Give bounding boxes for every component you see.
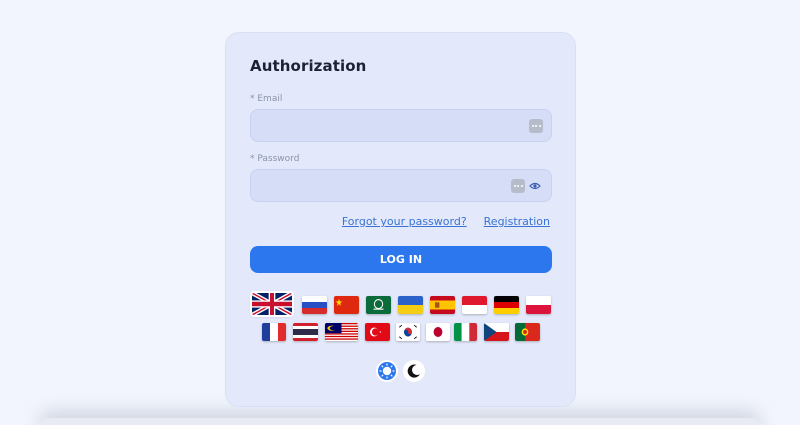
flag-united-kingdom-icon[interactable] bbox=[250, 291, 294, 317]
password-field[interactable] bbox=[250, 169, 552, 202]
auth-card: Authorization * Email * Password Forgot … bbox=[225, 32, 576, 407]
flag-thailand-icon[interactable] bbox=[293, 323, 318, 341]
flag-russia-icon[interactable] bbox=[302, 296, 327, 314]
flag-germany-icon[interactable] bbox=[494, 296, 519, 314]
eye-icon[interactable] bbox=[529, 180, 541, 192]
login-button[interactable]: LOG IN bbox=[250, 246, 552, 273]
dark-theme-icon[interactable] bbox=[403, 360, 425, 382]
flag-poland-icon[interactable] bbox=[526, 296, 551, 314]
email-label: * Email bbox=[250, 94, 283, 104]
password-manager-icon[interactable] bbox=[529, 119, 543, 133]
flag-ukraine-icon[interactable] bbox=[398, 296, 423, 314]
background-panel-shadow bbox=[40, 418, 760, 425]
flag-turkey-icon[interactable] bbox=[365, 323, 390, 341]
password-manager-icon[interactable] bbox=[511, 179, 525, 193]
registration-link[interactable]: Registration bbox=[484, 215, 550, 228]
flag-japan-icon[interactable] bbox=[426, 323, 450, 341]
flag-indonesia-icon[interactable] bbox=[462, 296, 487, 314]
email-field[interactable] bbox=[250, 109, 552, 142]
flag-south-korea-icon[interactable] bbox=[396, 323, 420, 341]
flag-portugal-icon[interactable] bbox=[515, 323, 540, 341]
auth-links: Forgot your password? Registration bbox=[342, 215, 550, 228]
flag-spain-icon[interactable] bbox=[430, 296, 455, 314]
flag-malaysia-icon[interactable] bbox=[325, 323, 358, 341]
page-title: Authorization bbox=[250, 57, 367, 75]
flag-czech-republic-icon[interactable] bbox=[484, 323, 509, 341]
flag-saudi-arabia-icon[interactable] bbox=[366, 296, 391, 314]
light-theme-icon[interactable] bbox=[376, 360, 398, 382]
flag-china-icon[interactable] bbox=[334, 296, 359, 314]
forgot-password-link[interactable]: Forgot your password? bbox=[342, 215, 467, 228]
flag-italy-icon[interactable] bbox=[454, 323, 477, 341]
flag-france-icon[interactable] bbox=[262, 323, 286, 341]
password-label: * Password bbox=[250, 154, 300, 164]
